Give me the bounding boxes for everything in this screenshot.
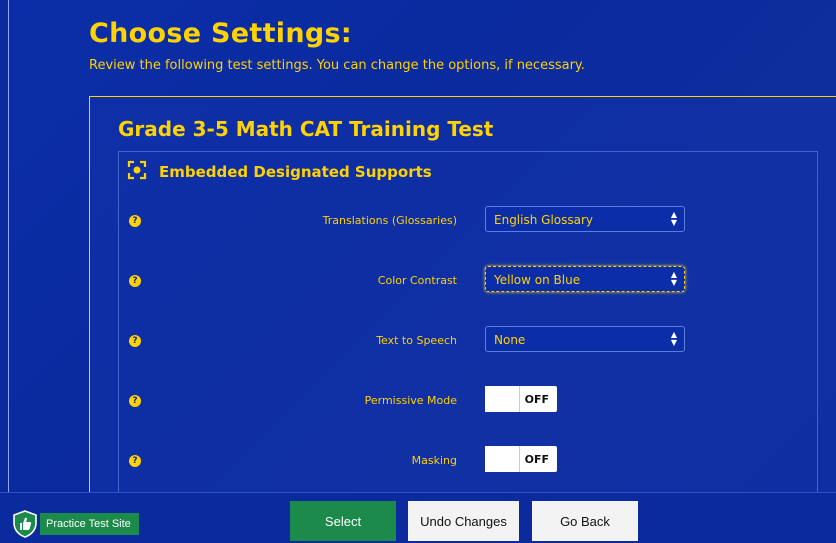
practice-test-site-badge: Practice Test Site — [12, 510, 139, 538]
footer-bar: Practice Test Site Select Undo Changes G… — [0, 492, 836, 543]
help-icon[interactable]: ? — [129, 275, 141, 287]
select-button[interactable]: Select — [290, 501, 396, 541]
setting-row-translations: ? Translations (Glossaries) English Glos… — [119, 206, 817, 236]
setting-label: Text to Speech — [376, 334, 457, 347]
brand-label: Practice Test Site — [40, 513, 139, 535]
permissive-mode-toggle[interactable]: OFF — [485, 386, 557, 412]
toggle-knob — [485, 386, 520, 412]
toggle-state: OFF — [524, 453, 549, 466]
settings-page: Choose Settings: Review the following te… — [8, 0, 836, 542]
color-contrast-select[interactable]: Yellow on Blue ▲ ▼ — [485, 266, 685, 292]
setting-label: Color Contrast — [377, 274, 457, 287]
help-icon[interactable]: ? — [129, 335, 141, 347]
translations-select[interactable]: English Glossary ▲ ▼ — [485, 206, 685, 232]
go-back-button[interactable]: Go Back — [532, 501, 638, 541]
text-to-speech-select[interactable]: None ▲ ▼ — [485, 326, 685, 352]
select-value: None — [494, 333, 526, 347]
test-title: Grade 3-5 Math CAT Training Test — [118, 117, 494, 141]
select-value: English Glossary — [494, 213, 594, 227]
target-focus-icon — [127, 160, 147, 180]
chevron-up-down-icon: ▲ ▼ — [670, 330, 678, 347]
setting-row-text-to-speech: ? Text to Speech None ▲ ▼ — [119, 326, 817, 356]
setting-row-permissive-mode: ? Permissive Mode OFF — [119, 386, 817, 416]
settings-panel: Grade 3-5 Math CAT Training Test Embedde… — [89, 96, 836, 512]
help-icon[interactable]: ? — [129, 395, 141, 407]
undo-changes-button[interactable]: Undo Changes — [408, 501, 519, 541]
toggle-state: OFF — [524, 393, 549, 406]
shield-thumbs-up-icon — [12, 510, 38, 538]
help-icon[interactable]: ? — [129, 455, 141, 467]
embedded-supports-section: Embedded Designated Supports ? Translati… — [118, 151, 818, 512]
setting-row-masking: ? Masking OFF — [119, 446, 817, 476]
setting-label: Permissive Mode — [364, 394, 457, 407]
masking-toggle[interactable]: OFF — [485, 446, 557, 472]
section-title: Embedded Designated Supports — [159, 163, 432, 181]
setting-label: Translations (Glossaries) — [322, 214, 457, 227]
setting-label: Masking — [411, 454, 457, 467]
page-title: Choose Settings: — [89, 18, 352, 49]
setting-row-color-contrast: ? Color Contrast Yellow on Blue ▲ ▼ — [119, 266, 817, 296]
chevron-up-down-icon: ▲ ▼ — [670, 270, 678, 287]
select-value: Yellow on Blue — [494, 273, 581, 287]
page-subtitle: Review the following test settings. You … — [89, 58, 585, 73]
chevron-up-down-icon: ▲ ▼ — [670, 210, 678, 227]
toggle-knob — [485, 446, 520, 472]
help-icon[interactable]: ? — [129, 215, 141, 227]
